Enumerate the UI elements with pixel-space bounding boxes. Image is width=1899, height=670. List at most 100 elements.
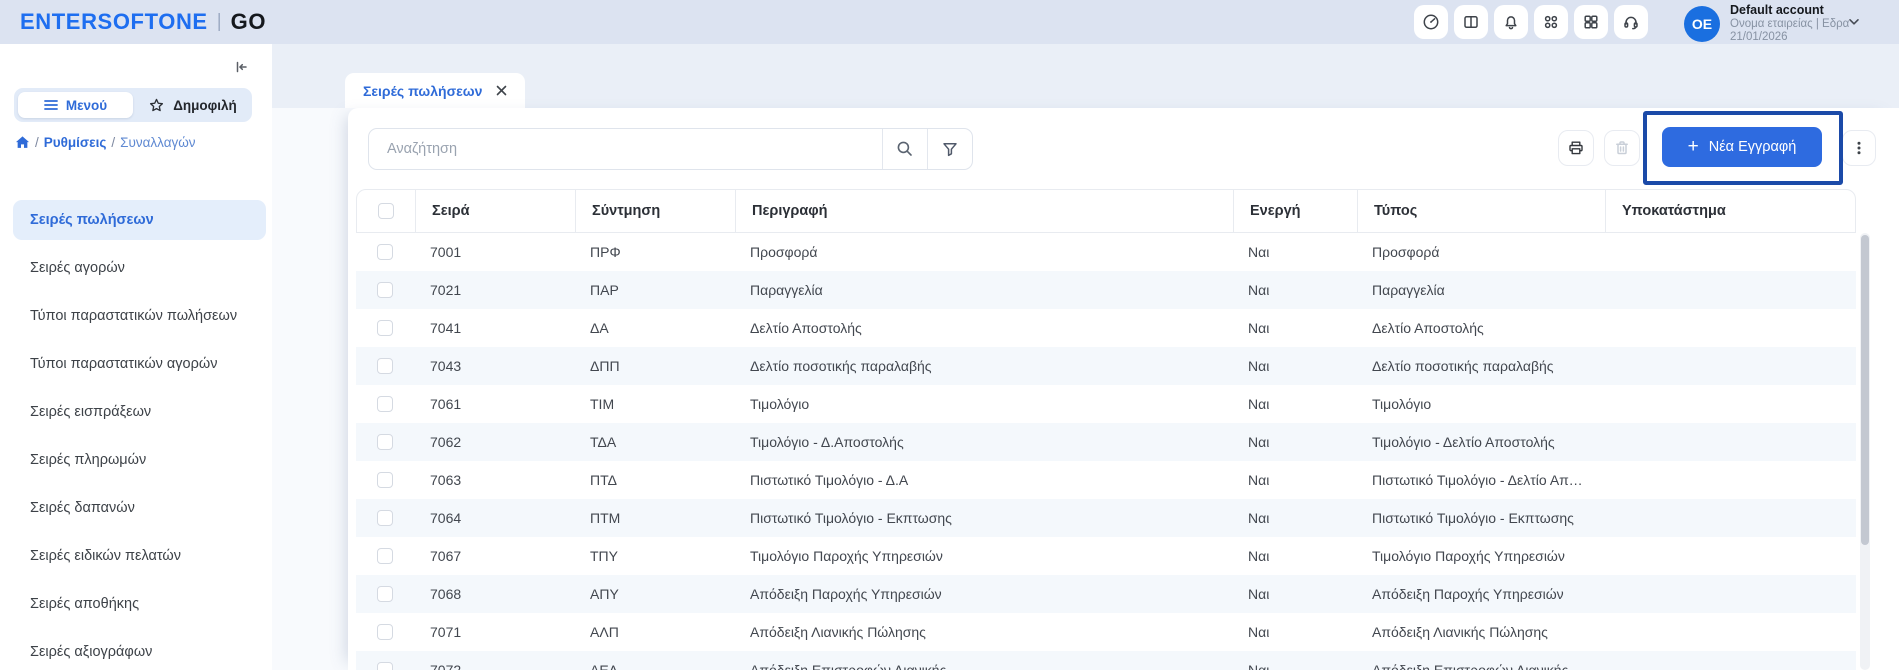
menu-toggle-button[interactable]: Μενού: [18, 92, 133, 118]
row-checkbox-cell: [356, 347, 414, 385]
sidebar-menu-item[interactable]: Τύποι παραστατικών αγορών: [13, 344, 266, 384]
table-row[interactable]: 7063 ΠΤΔ Πιστωτικό Τιμολόγιο - Δ.Α Ναι Π…: [356, 461, 1856, 499]
row-checkbox[interactable]: [377, 624, 393, 640]
tab-sales-series[interactable]: Σειρές πωλήσεων: [345, 73, 525, 108]
sidebar-menu-item[interactable]: Σειρές πωλήσεων: [13, 200, 266, 240]
cell-typos: Παραγγελία: [1356, 282, 1604, 298]
support-button[interactable]: [1614, 5, 1648, 39]
sidebar-menu-item[interactable]: Σειρές εισπράξεων: [13, 392, 266, 432]
apps-button[interactable]: [1534, 5, 1568, 39]
cell-energi: Ναι: [1232, 282, 1356, 298]
search-bar: [368, 128, 973, 170]
row-checkbox[interactable]: [377, 662, 393, 670]
breadcrumb-item-settings[interactable]: Ρυθμίσεις: [44, 135, 107, 150]
print-button[interactable]: [1558, 130, 1594, 166]
dashboard-button[interactable]: [1414, 5, 1448, 39]
filter-button[interactable]: [927, 129, 972, 169]
scrollbar-thumb[interactable]: [1861, 235, 1869, 545]
logo-separator: |: [217, 11, 222, 33]
sidebar-menu-item-label: Σειρές ειδικών πελατών: [30, 548, 181, 564]
breadcrumb-item-transactions[interactable]: Συναλλαγών: [120, 135, 195, 150]
sidebar-menu-item[interactable]: Σειρές ειδικών πελατών: [13, 536, 266, 576]
sidebar-menu-item[interactable]: Σειρές αποθήκης: [13, 584, 266, 624]
book-icon: [1462, 13, 1480, 31]
vertical-scrollbar: [1860, 233, 1870, 670]
sidebar-menu-item[interactable]: Σειρές δαπανών: [13, 488, 266, 528]
cell-syntmisi: ΠΤΜ: [574, 510, 734, 526]
column-header-perigrafi[interactable]: Περιγραφή: [735, 190, 1233, 232]
sidebar-menu-item-label: Σειρές εισπράξεων: [30, 404, 151, 420]
table-row[interactable]: 7043 ΔΠΠ Δελτίο ποσοτικής παραλαβής Ναι …: [356, 347, 1856, 385]
notifications-button[interactable]: [1494, 5, 1528, 39]
sidebar-menu-item[interactable]: Σειρές πληρωμών: [13, 440, 266, 480]
more-options-button[interactable]: [1842, 130, 1876, 166]
sidebar-collapse-button[interactable]: [230, 56, 252, 78]
avatar[interactable]: OE: [1684, 6, 1720, 42]
column-header-energi[interactable]: Ενεργή: [1233, 190, 1357, 232]
table-row[interactable]: 7064 ΠΤΜ Πιστωτικό Τιμολόγιο - Εκπτωσης …: [356, 499, 1856, 537]
kebab-icon: [1850, 139, 1868, 157]
sidebar-menu-item[interactable]: Σειρές αγορών: [13, 248, 266, 288]
cell-perigrafi: Παραγγελία: [734, 282, 1232, 298]
sidebar-menu-item[interactable]: Τύποι παραστατικών πωλήσεων: [13, 296, 266, 336]
cell-perigrafi: Απόδειξη Επιστροφών Λιανικής: [734, 662, 1232, 670]
table-row[interactable]: 7068 ΑΠΥ Απόδειξη Παροχής Υπηρεσιών Ναι …: [356, 575, 1856, 613]
table-row[interactable]: 7001 ΠΡΦ Προσφορά Ναι Προσφορά: [356, 233, 1856, 271]
cell-seira: 7041: [414, 320, 574, 336]
row-checkbox[interactable]: [377, 244, 393, 260]
cell-syntmisi: ΤΙΜ: [574, 396, 734, 412]
row-checkbox[interactable]: [377, 548, 393, 564]
close-icon[interactable]: [496, 85, 507, 96]
table-row[interactable]: 7021 ΠΑΡ Παραγγελία Ναι Παραγγελία: [356, 271, 1856, 309]
column-header-typos[interactable]: Τύπος: [1357, 190, 1605, 232]
select-all-checkbox[interactable]: [378, 203, 394, 219]
logo-secondary-text: GO: [231, 9, 266, 35]
row-checkbox[interactable]: [377, 282, 393, 298]
breadcrumb: / Ρυθμίσεις / Συναλλαγών: [15, 132, 196, 152]
row-checkbox[interactable]: [377, 320, 393, 336]
delete-button[interactable]: [1604, 130, 1640, 166]
home-icon[interactable]: [15, 135, 30, 149]
table-row[interactable]: 7061 ΤΙΜ Τιμολόγιο Ναι Τιμολόγιο: [356, 385, 1856, 423]
table-row[interactable]: 7041 ΔΑ Δελτίο Αποστολής Ναι Δελτίο Αποσ…: [356, 309, 1856, 347]
row-checkbox[interactable]: [377, 472, 393, 488]
cell-perigrafi: Προσφορά: [734, 244, 1232, 260]
row-checkbox[interactable]: [377, 358, 393, 374]
search-input[interactable]: [369, 129, 882, 169]
sidebar-menu-item[interactable]: Σειρές αξιογράφων: [13, 632, 266, 670]
cell-typos: Πιστωτικό Τιμολόγιο - Δελτίο Απο...: [1356, 472, 1604, 488]
table-body: 7001 ΠΡΦ Προσφορά Ναι Προσφορά 7021 ΠΑΡ …: [356, 233, 1856, 670]
tab-label: Σειρές πωλήσεων: [363, 83, 482, 99]
cell-perigrafi: Απόδειξη Λιανικής Πώλησης: [734, 624, 1232, 640]
table-row[interactable]: 7062 ΤΔΑ Τιμολόγιο - Δ.Αποστολής Ναι Τιμ…: [356, 423, 1856, 461]
table-row[interactable]: 7072 ΑΕΛ Απόδειξη Επιστροφών Λιανικής Να…: [356, 651, 1856, 670]
account-menu[interactable]: OE Default account Ονομα εταιρείας | Εδρ…: [1684, 4, 1849, 43]
search-button[interactable]: [882, 129, 927, 169]
row-checkbox[interactable]: [377, 434, 393, 450]
printer-icon: [1567, 139, 1585, 157]
table-row[interactable]: 7071 ΑΛΠ Απόδειξη Λιανικής Πώλησης Ναι Α…: [356, 613, 1856, 651]
column-header-seira[interactable]: Σειρά: [415, 190, 575, 232]
cell-perigrafi: Δελτίο Αποστολής: [734, 320, 1232, 336]
library-button[interactable]: [1454, 5, 1488, 39]
column-header-ypokatastima[interactable]: Υποκατάστημα: [1605, 190, 1857, 232]
sidebar-menu-item-label: Σειρές αγορών: [30, 260, 125, 276]
favorites-toggle-label: Δημοφιλή: [173, 98, 237, 113]
table-row[interactable]: 7067 ΤΠΥ Τιμολόγιο Παροχής Υπηρεσιών Ναι…: [356, 537, 1856, 575]
app-logo: ENTERSOFTONE | GO: [20, 0, 266, 44]
chevron-down-icon[interactable]: [1848, 16, 1860, 28]
new-record-button[interactable]: + Νέα Εγγραφή: [1662, 127, 1822, 167]
widgets-button[interactable]: [1574, 5, 1608, 39]
new-record-label: Νέα Εγγραφή: [1709, 139, 1797, 155]
cell-seira: 7067: [414, 548, 574, 564]
row-checkbox[interactable]: [377, 510, 393, 526]
app-root: ENTERSOFTONE | GO: [0, 0, 1899, 670]
cell-typos: Πιστωτικό Τιμολόγιο - Εκπτωσης: [1356, 510, 1604, 526]
cell-seira: 7021: [414, 282, 574, 298]
row-checkbox[interactable]: [377, 586, 393, 602]
cell-energi: Ναι: [1232, 548, 1356, 564]
column-header-syntmisi[interactable]: Σύντμηση: [575, 190, 735, 232]
cell-typos: Απόδειξη Παροχής Υπηρεσιών: [1356, 586, 1604, 602]
row-checkbox[interactable]: [377, 396, 393, 412]
favorites-toggle-button[interactable]: Δημοφιλή: [133, 88, 252, 122]
